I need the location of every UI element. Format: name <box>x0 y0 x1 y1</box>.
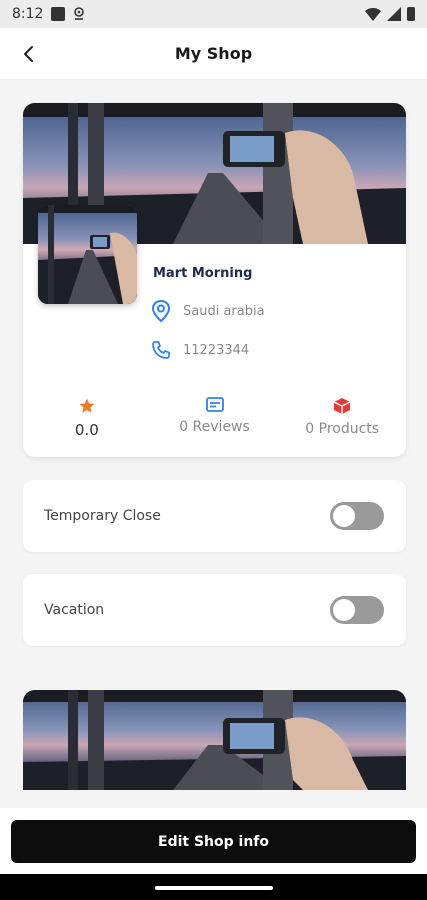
page-title: My Shop <box>174 44 253 63</box>
stat-products[interactable]: 0 Products <box>278 397 406 439</box>
reviews-icon <box>205 397 224 412</box>
arrow-back-icon <box>24 46 33 62</box>
star-icon <box>79 398 95 413</box>
signal-icon <box>387 7 401 21</box>
shop-stats: 0.0 0 Reviews 0 Products <box>23 397 406 439</box>
rating-value: 0.0 <box>74 421 99 439</box>
shop-phone: 11223344 <box>183 342 250 358</box>
phone-icon <box>152 341 170 359</box>
location-status-icon <box>74 7 85 20</box>
screen: 8:12 My Shop Mart Morning Saudi arabia 1… <box>0 0 427 900</box>
wifi-icon <box>365 7 381 21</box>
reviews-count: 0 Reviews <box>179 419 250 435</box>
products-count: 0 Products <box>305 421 380 437</box>
temporary-close-toggle[interactable] <box>330 502 384 530</box>
shop-name: Mart Morning <box>153 266 253 281</box>
back-button[interactable] <box>14 40 42 68</box>
temporary-close-label: Temporary Close <box>44 508 161 524</box>
shop-card: Mart Morning Saudi arabia 11223344 0.0 0… <box>23 103 406 457</box>
location-pin-icon <box>151 299 171 323</box>
battery-icon <box>407 7 415 21</box>
shop-phone-row: 11223344 <box>151 340 249 360</box>
stat-rating: 0.0 <box>23 397 151 439</box>
products-box-icon <box>333 398 351 414</box>
home-indicator[interactable] <box>155 886 273 890</box>
temporary-close-setting: Temporary Close <box>23 480 406 552</box>
app-bar: My Shop <box>0 28 427 80</box>
edit-shop-info-button[interactable]: Edit Shop info <box>11 820 416 863</box>
bottom-action-bar: Edit Shop info <box>0 808 427 874</box>
vacation-setting: Vacation <box>23 574 406 646</box>
status-time: 8:12 <box>12 6 44 22</box>
system-nav-bar <box>0 874 427 900</box>
shop-location: Saudi arabia <box>183 303 265 319</box>
toggle-knob <box>333 599 355 621</box>
stat-reviews[interactable]: 0 Reviews <box>151 397 279 439</box>
toggle-knob <box>333 505 355 527</box>
shop-location-row: Saudi arabia <box>151 299 265 323</box>
vacation-label: Vacation <box>44 602 105 618</box>
shop-logo-image <box>38 205 137 304</box>
notification-icon <box>51 7 66 21</box>
status-bar: 8:12 <box>0 0 427 28</box>
shop-banner-image <box>23 690 406 790</box>
vacation-toggle[interactable] <box>330 596 384 624</box>
